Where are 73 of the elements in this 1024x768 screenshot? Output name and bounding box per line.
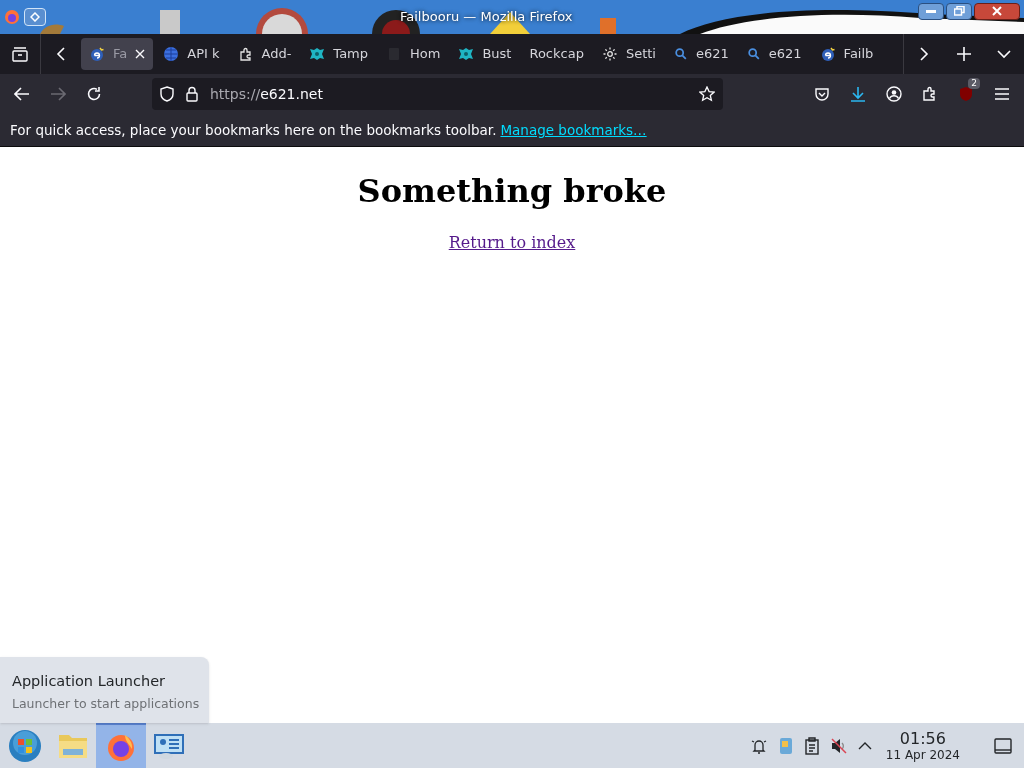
- tooltip-title: Application Launcher: [12, 672, 166, 691]
- muted-speaker-icon[interactable]: [829, 736, 848, 755]
- clock-date: 11 Apr 2024: [885, 748, 960, 761]
- return-link[interactable]: Return to index: [448, 231, 576, 255]
- menu-icon: [995, 88, 1009, 100]
- tab-title: Add-: [261, 45, 292, 64]
- puzzle-icon: [922, 86, 938, 102]
- browser-tab[interactable]: e621: [666, 38, 737, 70]
- clock[interactable]: 01:56 11 Apr 2024: [881, 730, 964, 761]
- extension-button[interactable]: 2: [950, 78, 982, 110]
- tooltip-subtitle: Launcher to start applications: [12, 694, 197, 713]
- tab-title: e621: [768, 45, 802, 64]
- download-icon: [850, 86, 866, 102]
- browser-tab[interactable]: Rockcap: [521, 38, 592, 70]
- chevron-right-icon: [919, 47, 929, 61]
- badge: 2: [968, 78, 980, 89]
- settings-icon: [601, 46, 618, 62]
- browser-tab[interactable]: Add-: [229, 38, 300, 70]
- manage-bookmarks-link[interactable]: Manage bookmarks…: [500, 119, 647, 141]
- taskbar-app[interactable]: [96, 723, 146, 768]
- search-icon: [674, 47, 688, 61]
- show-desktop-icon[interactable]: [994, 737, 1012, 754]
- browser-tab[interactable]: Failb: [811, 38, 882, 70]
- browser-tab[interactable]: API k: [155, 38, 228, 70]
- address-bar[interactable]: https://e621.net: [152, 78, 723, 110]
- clipboard-icon[interactable]: [803, 736, 820, 755]
- chevron-up-icon[interactable]: [857, 741, 872, 750]
- url-text: https://e621.net: [210, 84, 323, 104]
- tab-title: Hom: [410, 45, 441, 64]
- shield-icon: [160, 86, 174, 102]
- page-heading: Something broke: [357, 171, 667, 212]
- site-icon: [89, 46, 105, 62]
- close-icon[interactable]: [135, 49, 146, 59]
- monkey-icon: [458, 46, 475, 62]
- tab-title: Bust: [482, 45, 512, 64]
- lock-icon: [186, 86, 198, 102]
- chevron-left-icon: [56, 47, 66, 61]
- globe-icon: [163, 46, 180, 62]
- close-icon: [992, 6, 1002, 16]
- tab-title: Rockcap: [529, 45, 584, 64]
- firefox-icon: [4, 9, 20, 25]
- search-icon: [746, 47, 761, 61]
- tab-title: Setti: [625, 45, 656, 64]
- shield-icon: [958, 86, 974, 102]
- browser-tab[interactable]: Hom: [378, 38, 449, 70]
- plus-icon: [957, 47, 971, 61]
- diamond-icon: [30, 12, 40, 22]
- tab-title: API k: [187, 45, 220, 64]
- star-icon[interactable]: [699, 86, 715, 102]
- browser-tab[interactable]: e621: [738, 38, 810, 70]
- restore-icon: [953, 6, 965, 16]
- account-icon: [886, 86, 902, 102]
- reload-icon: [86, 86, 102, 102]
- tab-title: Fa: [113, 45, 128, 64]
- monkey-icon: [309, 46, 326, 62]
- start-orb-icon: [8, 728, 42, 763]
- back-arrow-icon: [14, 87, 30, 101]
- site-icon: [819, 46, 836, 62]
- browser-tab[interactable]: Setti: [593, 38, 664, 70]
- browser-tab[interactable]: Bust: [450, 38, 520, 70]
- browser-tab[interactable]: Tamp: [301, 38, 377, 70]
- tab-title: Tamp: [333, 45, 369, 64]
- tray-icon: [11, 46, 29, 62]
- tab-title: e621: [696, 45, 729, 64]
- bookmarks-message: For quick access, place your bookmarks here on the bookmarks toolbar.: [10, 120, 497, 140]
- puzzle-icon: [237, 46, 254, 62]
- clock-time: 01:56: [899, 730, 946, 747]
- pocket-icon: [814, 86, 830, 102]
- browser-tab[interactable]: Fa: [81, 38, 154, 70]
- chevron-down-icon: [997, 49, 1011, 59]
- window-menu-button[interactable]: [24, 8, 46, 26]
- forward-arrow-icon: [50, 87, 66, 101]
- tab-title: Failb: [843, 45, 874, 64]
